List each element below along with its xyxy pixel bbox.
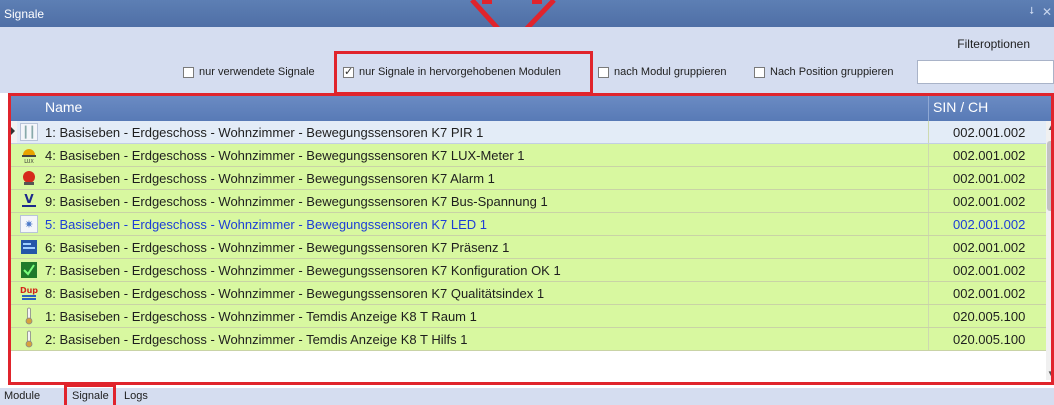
checkbox-label: nur verwendete Signale — [199, 66, 315, 78]
checkbox-box[interactable] — [183, 66, 194, 78]
pin-icon[interactable]: ⭣ — [1029, 6, 1034, 17]
annotation-highlight-grid — [8, 93, 1054, 385]
bottom-tab-bar: Module Signale Logs — [0, 388, 1054, 405]
only-used-signals-checkbox[interactable]: nur verwendete Signale — [183, 64, 315, 80]
annotation-highlight-tab — [64, 384, 116, 405]
checkbox-label: nach Modul gruppieren — [614, 66, 727, 78]
group-by-module-checkbox[interactable]: nach Modul gruppieren — [598, 64, 727, 80]
checkbox-label: Nach Position gruppieren — [770, 66, 894, 78]
tab-logs[interactable]: Logs — [124, 390, 148, 402]
tab-module[interactable]: Module — [4, 390, 40, 402]
panel-title: Signale — [4, 7, 45, 21]
group-by-position-checkbox[interactable]: Nach Position gruppieren — [754, 64, 894, 80]
checkbox-box[interactable] — [598, 66, 609, 78]
close-icon[interactable]: ✕ — [1042, 5, 1052, 19]
annotation-highlight-checkbox — [334, 51, 593, 95]
checkbox-box[interactable] — [754, 66, 765, 78]
search-input[interactable] — [917, 60, 1054, 84]
filter-options-label: Filteroptionen — [957, 37, 1030, 51]
